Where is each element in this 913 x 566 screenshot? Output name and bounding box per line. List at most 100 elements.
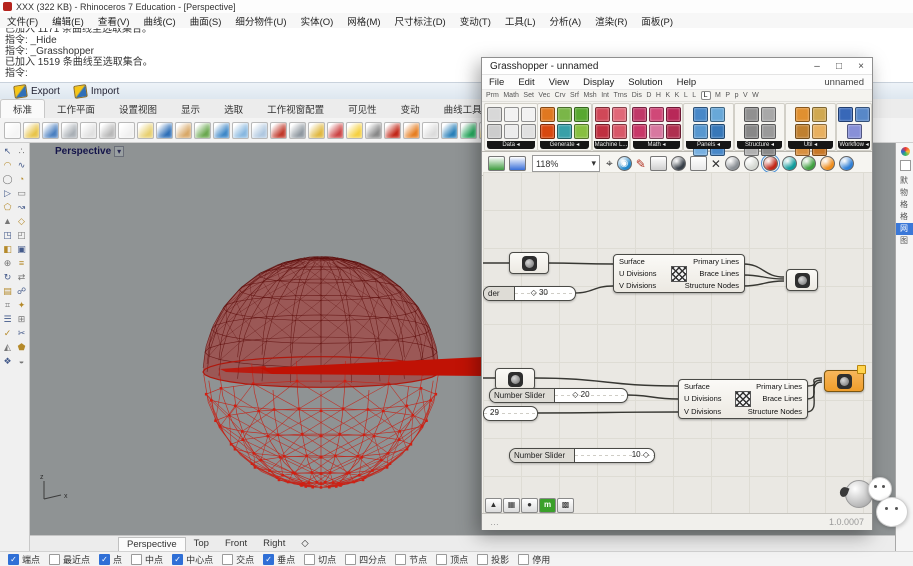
menu-item-6[interactable]: 实体(O) (294, 14, 341, 28)
palette-group-label[interactable]: Machine L... ◂ (594, 141, 627, 149)
minimize-button[interactable]: – (806, 61, 828, 72)
gh-category-tab-10[interactable]: D (646, 92, 651, 99)
scissors-icon[interactable]: ✂ (15, 327, 28, 340)
palette-component-icon[interactable] (847, 124, 862, 139)
palette-component-icon[interactable] (487, 124, 502, 139)
gh-menu-view[interactable]: View (542, 77, 576, 88)
palette-component-icon[interactable] (574, 124, 589, 139)
boolean-icon[interactable]: ⊕ (1, 257, 14, 270)
toolbar-tab-0[interactable]: 标准 (0, 99, 45, 118)
image-icon[interactable] (650, 156, 667, 171)
palette-group-label[interactable]: Data ◂ (487, 141, 535, 149)
osnap-2[interactable]: ✓点 (99, 553, 122, 566)
palette-component-icon[interactable] (649, 124, 664, 139)
viewport-title[interactable]: Perspective▾ (55, 146, 124, 157)
menu-item-5[interactable]: 细分物件(U) (228, 14, 293, 28)
slider-track[interactable]: 10 ◇ (575, 449, 654, 462)
import-button[interactable]: Import (74, 85, 119, 98)
layer-color-icon[interactable] (384, 122, 401, 139)
gh-category-tab-16[interactable]: L (701, 91, 711, 100)
print-icon[interactable] (61, 122, 78, 139)
pattern-icon[interactable]: ▩ (557, 498, 574, 513)
gh-category-tab-17[interactable]: M (715, 92, 721, 99)
grid-icon[interactable] (289, 122, 306, 139)
palette-component-icon[interactable] (504, 124, 519, 139)
blue-ball-icon[interactable] (839, 156, 854, 171)
paste-icon[interactable] (137, 122, 154, 139)
gh-category-tab-7[interactable]: Int (601, 92, 609, 99)
panel-list-item[interactable]: 网 (896, 223, 913, 235)
palette-component-icon[interactable] (540, 124, 555, 139)
palette-component-icon[interactable] (612, 107, 627, 122)
palette-component-icon[interactable] (521, 124, 536, 139)
color-wheel-icon[interactable] (901, 147, 910, 156)
slider-track[interactable]: ◇ 30 (515, 287, 575, 300)
surface-param-component-2[interactable] (495, 368, 535, 390)
dark-sphere-icon[interactable] (671, 156, 686, 171)
zoom-extents-icon[interactable] (251, 122, 268, 139)
palette-component-icon[interactable] (521, 107, 536, 122)
palette-component-icon[interactable] (487, 107, 502, 122)
osnap-checkbox[interactable] (222, 554, 233, 565)
palette-component-icon[interactable] (710, 124, 725, 139)
select-arrow-icon[interactable]: ↖ (1, 145, 14, 158)
split-icon[interactable]: ✦ (15, 299, 28, 312)
osnap-11[interactable]: 投影 (477, 553, 509, 566)
gh-category-tab-6[interactable]: Msh (583, 92, 596, 99)
osnap-5[interactable]: 交点 (222, 553, 254, 566)
palette-component-icon[interactable] (557, 107, 572, 122)
cylinder-icon[interactable]: ◰ (15, 229, 28, 242)
osnap-checkbox[interactable] (131, 554, 142, 565)
panel-list-item[interactable]: 物 (896, 187, 913, 199)
gh-menu-edit[interactable]: Edit (511, 77, 541, 88)
osnap-9[interactable]: 节点 (395, 553, 427, 566)
array-icon[interactable]: ▤ (1, 285, 14, 298)
gh-category-tab-8[interactable]: Trns (613, 92, 627, 99)
curve-param-component[interactable] (786, 269, 818, 291)
osnap-4[interactable]: ✓中心点 (172, 553, 213, 566)
palette-component-icon[interactable] (812, 107, 827, 122)
wires-icon[interactable]: ✕ (711, 157, 721, 171)
gh-menu-display[interactable]: Display (576, 77, 621, 88)
cut-icon[interactable] (118, 122, 135, 139)
extrude-icon[interactable]: ◧ (1, 243, 14, 256)
gh-category-tab-0[interactable]: Prm (486, 92, 499, 99)
palette-component-icon[interactable] (666, 124, 681, 139)
history-icon[interactable] (327, 122, 344, 139)
menu-item-3[interactable]: 曲线(C) (136, 14, 182, 28)
panel-list-item[interactable]: 图 (896, 235, 913, 247)
gh-category-tab-21[interactable]: W (752, 92, 759, 99)
move-icon[interactable] (308, 122, 325, 139)
gh-category-tab-4[interactable]: Crv (555, 92, 566, 99)
menu-item-8[interactable]: 尺寸标注(D) (388, 14, 453, 28)
palette-component-icon[interactable] (744, 124, 759, 139)
menu-item-1[interactable]: 编辑(E) (45, 14, 91, 28)
gh-category-tab-2[interactable]: Set (523, 92, 534, 99)
preview-eye-icon[interactable]: ◉ (617, 156, 632, 171)
zoom-icon[interactable] (213, 122, 230, 139)
circle-icon[interactable]: ◯ (1, 173, 14, 186)
red-ball-icon[interactable] (763, 156, 778, 171)
maximize-button[interactable]: □ (828, 61, 850, 72)
loft-icon[interactable]: ▣ (15, 243, 28, 256)
osnap-checkbox[interactable] (518, 554, 529, 565)
zoom-level-select[interactable]: 118%▾ (532, 155, 600, 172)
menu-item-13[interactable]: 面板(P) (634, 14, 680, 28)
save-icon[interactable] (42, 122, 59, 139)
export-button[interactable]: Export (14, 85, 60, 98)
gh-category-tab-20[interactable]: V (743, 92, 748, 99)
diagrid-structure-component-bottom[interactable]: SurfacePrimary LinesU DivisionsBrace Lin… (678, 379, 808, 419)
gh-category-tab-1[interactable]: Math (503, 92, 519, 99)
gh-category-tab-19[interactable]: p (735, 92, 739, 99)
helix-icon[interactable]: ↝ (15, 201, 28, 214)
palette-component-icon[interactable] (557, 124, 572, 139)
new-viewport-tab-icon[interactable]: ◇ (293, 537, 316, 550)
gh-category-tab-12[interactable]: K (665, 92, 670, 99)
teal-ball-icon[interactable] (782, 156, 797, 171)
freeform-curve-icon[interactable]: ∿ (15, 159, 28, 172)
copy-icon[interactable] (80, 122, 97, 139)
osnap-0[interactable]: ✓端点 (8, 553, 40, 566)
zoom-selected-icon[interactable] (270, 122, 287, 139)
palette-component-icon[interactable] (649, 107, 664, 122)
palette-component-icon[interactable] (855, 107, 870, 122)
